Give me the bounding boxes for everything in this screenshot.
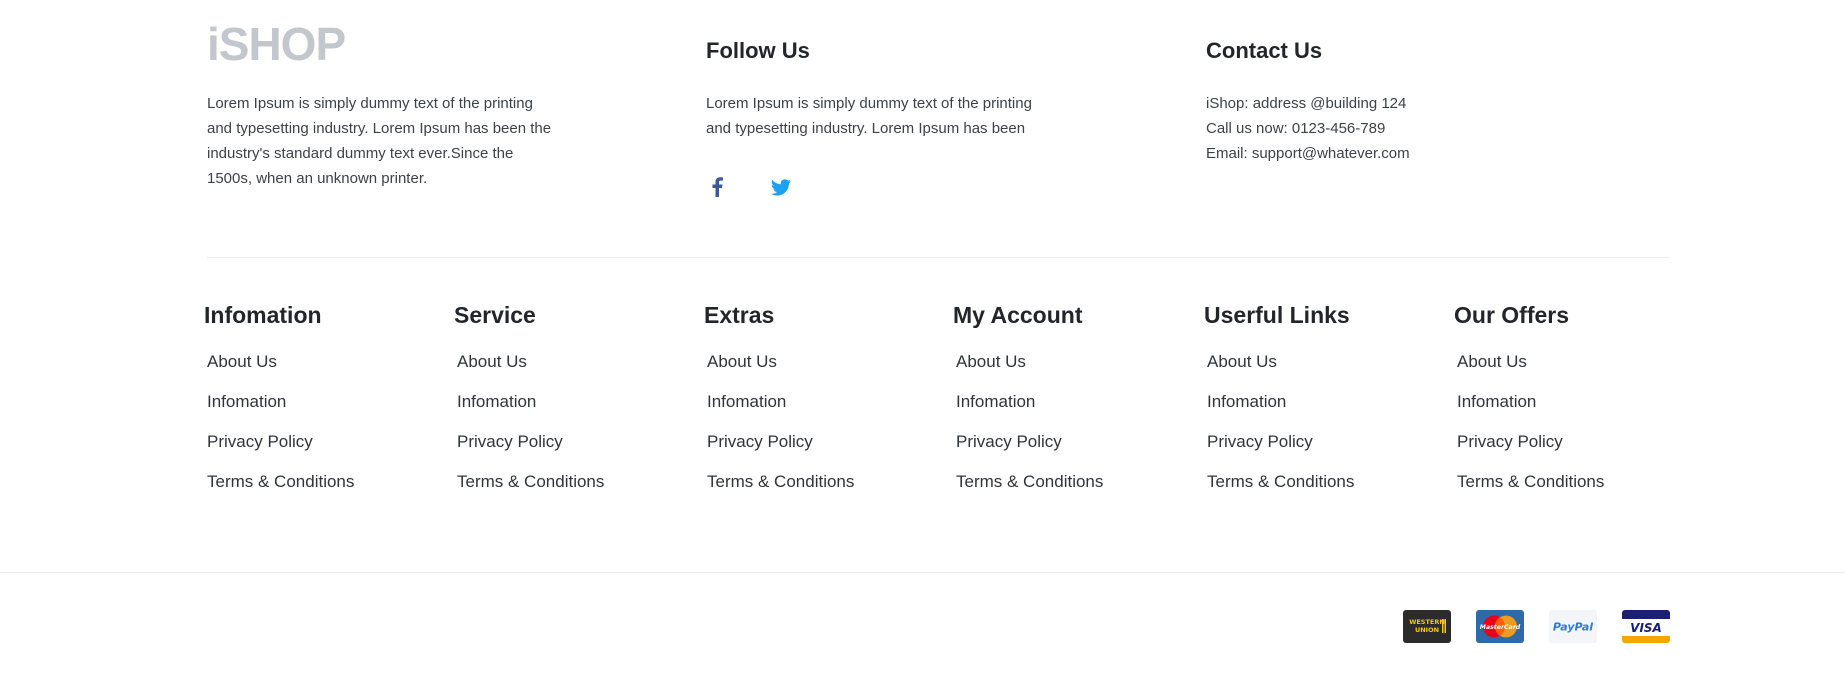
visa-icon: VISA [1622, 610, 1670, 643]
footer-link-about-us[interactable]: About Us [707, 352, 944, 372]
link-column-infomation: Infomation About Us Infomation Privacy P… [204, 300, 444, 512]
western-union-label-bottom: UNION [1415, 626, 1439, 634]
link-column-title: Service [454, 302, 536, 328]
footer-link-privacy-policy[interactable]: Privacy Policy [956, 432, 1193, 452]
footer-link-privacy-policy[interactable]: Privacy Policy [207, 432, 444, 452]
footer-link-terms[interactable]: Terms & Conditions [207, 472, 444, 492]
link-column-title: Our Offers [1454, 302, 1570, 328]
link-column-our-offers: Our Offers About Us Infomation Privacy P… [1454, 300, 1694, 512]
facebook-icon[interactable] [706, 176, 728, 198]
follow-title: Follow Us [706, 38, 810, 63]
link-column-userful-links: Userful Links About Us Infomation Privac… [1204, 300, 1444, 512]
mastercard-icon: MasterCard [1476, 610, 1524, 643]
footer-link-about-us[interactable]: About Us [1457, 352, 1694, 372]
follow-description: Lorem Ipsum is simply dummy text of the … [706, 95, 1032, 137]
divider [207, 257, 1670, 258]
footer-links: Infomation About Us Infomation Privacy P… [0, 300, 1845, 550]
footer-link-about-us[interactable]: About Us [1207, 352, 1444, 372]
footer-link-terms[interactable]: Terms & Conditions [1207, 472, 1444, 492]
footer-link-privacy-policy[interactable]: Privacy Policy [1457, 432, 1694, 452]
paypal-label: PayPal [1553, 621, 1593, 634]
footer-link-terms[interactable]: Terms & Conditions [457, 472, 694, 492]
footer-link-infomation[interactable]: Infomation [707, 392, 944, 412]
footer-link-terms[interactable]: Terms & Conditions [956, 472, 1193, 492]
western-union-icon: WESTERN UNION [1403, 610, 1451, 643]
link-column-extras: Extras About Us Infomation Privacy Polic… [704, 300, 944, 512]
social-links [706, 176, 792, 198]
footer-link-terms[interactable]: Terms & Conditions [707, 472, 944, 492]
brand-description: Lorem Ipsum is simply dummy text of the … [207, 95, 552, 187]
footer-link-privacy-policy[interactable]: Privacy Policy [457, 432, 694, 452]
footer-link-terms[interactable]: Terms & Conditions [1457, 472, 1694, 492]
visa-label: VISA [1630, 621, 1662, 635]
divider [0, 572, 1845, 573]
link-column-title: Extras [704, 302, 775, 328]
footer-link-infomation[interactable]: Infomation [956, 392, 1193, 412]
footer-link-privacy-policy[interactable]: Privacy Policy [707, 432, 944, 452]
footer-link-about-us[interactable]: About Us [207, 352, 444, 372]
payment-methods: WESTERN UNION MasterCard PayPal VISA [1403, 610, 1670, 643]
contact-email: Email: support@whatever.com [1206, 145, 1410, 162]
footer-link-infomation[interactable]: Infomation [1207, 392, 1444, 412]
western-union-label-top: WESTERN [1409, 618, 1445, 626]
footer-link-about-us[interactable]: About Us [956, 352, 1193, 372]
link-column-title: My Account [953, 302, 1083, 328]
link-column-my-account: My Account About Us Infomation Privacy P… [953, 300, 1193, 512]
footer-link-privacy-policy[interactable]: Privacy Policy [1207, 432, 1444, 452]
footer-link-infomation[interactable]: Infomation [457, 392, 694, 412]
contact-title: Contact Us [1206, 38, 1323, 63]
contact-info: iShop: address @building 124 Call us now… [1206, 91, 1410, 166]
contact-phone: Call us now: 0123-456-789 [1206, 120, 1386, 137]
footer-link-infomation[interactable]: Infomation [207, 392, 444, 412]
link-column-title: Infomation [204, 302, 322, 328]
footer-link-about-us[interactable]: About Us [457, 352, 694, 372]
contact-address: iShop: address @building 124 [1206, 95, 1407, 112]
link-column-title: Userful Links [1204, 302, 1350, 328]
paypal-icon: PayPal [1549, 610, 1597, 643]
footer-top: iSHOP Lorem Ipsum is simply dummy text o… [0, 0, 1845, 258]
mastercard-label: MasterCard [1480, 623, 1521, 631]
footer-link-infomation[interactable]: Infomation [1457, 392, 1694, 412]
logo[interactable]: iSHOP [207, 18, 346, 70]
twitter-icon[interactable] [770, 176, 792, 198]
link-column-service: Service About Us Infomation Privacy Poli… [454, 300, 694, 512]
